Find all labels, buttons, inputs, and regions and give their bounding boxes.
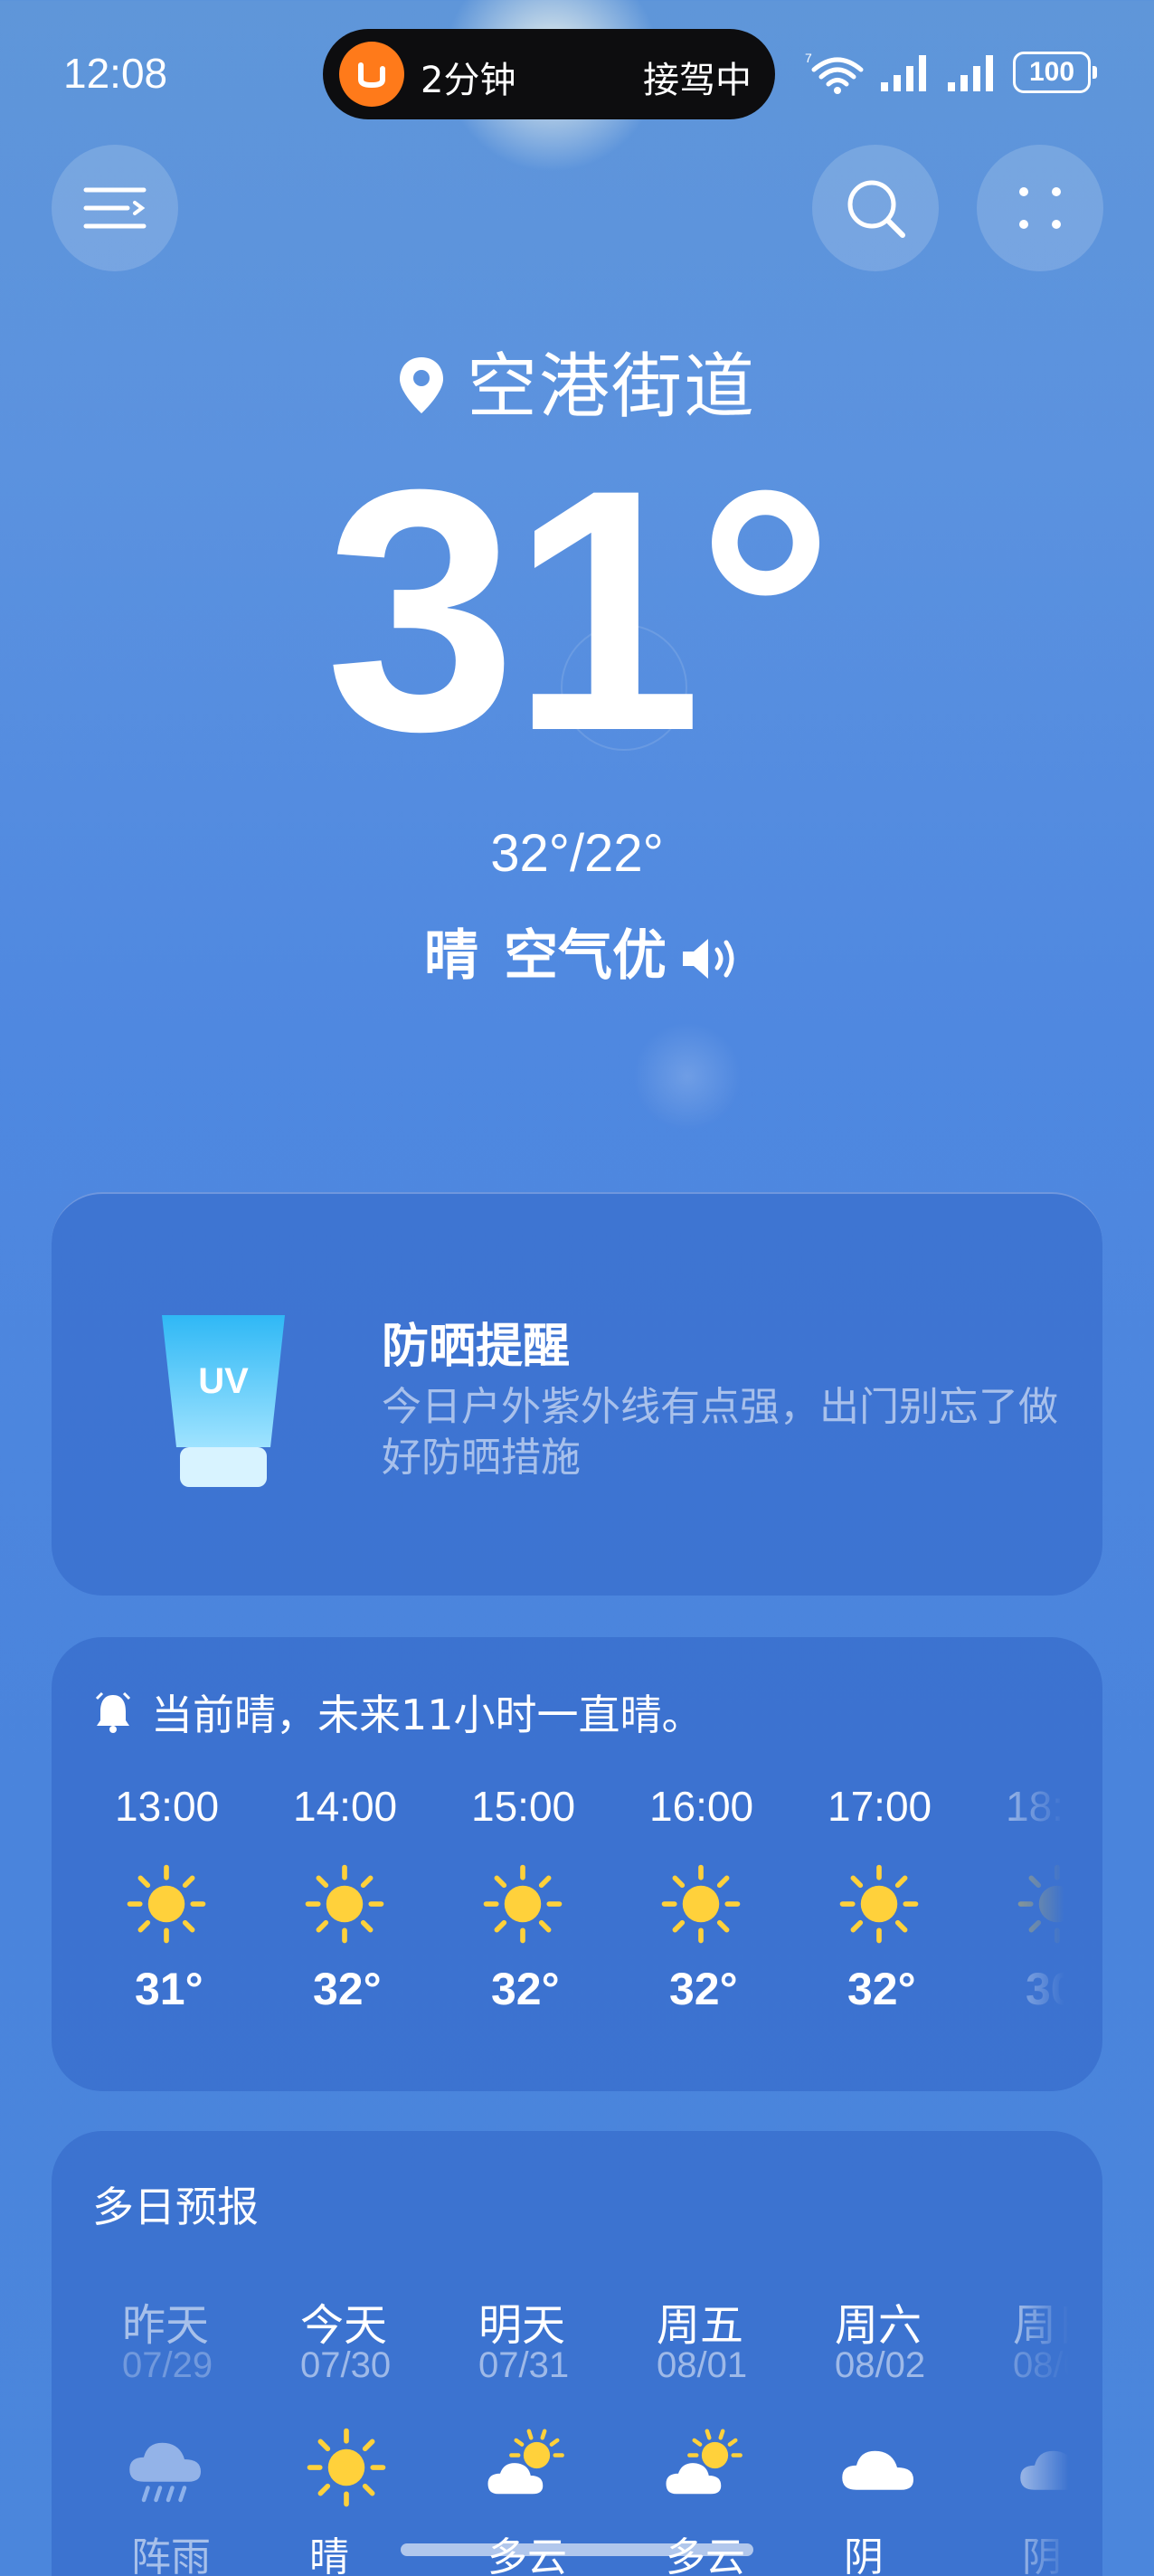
uv-card-text: 今日户外紫外线有点强，出门别忘了做好防晒措施 [382,1384,1058,1481]
hourly-time: 16:00 [649,1783,754,1830]
cloud-icon [835,2418,1013,2517]
partly-cloudy-icon [478,2418,657,2517]
sun-icon [300,2418,478,2517]
island-status: 接驾中 [643,60,752,101]
hourly-time: 17:00 [828,1783,932,1830]
hourly-item[interactable]: 15:00 32° [471,1782,649,2015]
home-indicator[interactable] [401,2543,753,2556]
hourly-item[interactable]: 14:00 32° [293,1782,471,2015]
hourly-item[interactable]: 17:00 32° [828,1782,1006,2015]
daily-item[interactable]: 今天 07/30 晴 [300,2289,478,2576]
sun-icon [649,1845,828,1963]
day-name: 明天 [478,2300,566,2351]
partly-cloudy-icon [657,2418,835,2517]
sun-icon [1006,1845,1064,1963]
location-title[interactable]: 空港街道 [0,330,1154,432]
daily-item[interactable]: 明天07/31多云 [478,2289,657,2576]
daily-forecast-card[interactable]: 多日预报 昨天07/29 阵雨 今天07/30晴明天07/31多云周五08/01多云… [52,2131,1102,2576]
daily-list[interactable]: 昨天07/29阵雨今天07/30晴明天07/31多云周五08/01多云周六08/… [52,2289,1069,2576]
status-time: 12:08 [63,50,168,97]
hourly-temp: 32° [491,1964,560,2014]
dynamic-island[interactable]: 2分钟 接驾中 [323,29,775,119]
sun-icon [115,1845,293,1963]
day-date: 08/02 [835,2345,926,2385]
daily-forecast-title: 多日预报 [92,2183,259,2231]
day-date: 08/01 [657,2345,748,2385]
hourly-summary: 当前晴，未来11小时一直晴。 [95,1682,704,1742]
hourly-time: 15:00 [471,1783,576,1830]
sun-icon [293,1845,471,1963]
day-date: 07/31 [478,2345,570,2385]
sun-icon [828,1845,1006,1963]
search-button[interactable] [812,145,939,271]
rain-icon [122,2418,300,2517]
svg-text:UV: UV [198,1361,249,1401]
daily-item[interactable]: 周日08/03 阴 [1013,2289,1069,2576]
day-date: 08/03 [1013,2345,1069,2385]
day-name: 周日 [1013,2300,1069,2351]
ride-app-icon [339,42,404,107]
day-name: 周六 [835,2300,922,2351]
day-condition: 阵雨 [131,2534,211,2576]
hourly-temp: 32° [669,1964,738,2014]
hourly-time: 14:00 [293,1783,398,1830]
daily-item[interactable]: 周五08/01多云 [657,2289,835,2576]
signal-icon [881,55,926,91]
bell-icon [95,1691,131,1733]
menu-icon [83,187,147,229]
hourly-temp: 32° [313,1964,382,2014]
daily-item[interactable]: 周六 08/02 阴 [835,2289,1013,2576]
current-temperature: 31° [325,418,835,802]
more-button[interactable] [977,145,1103,271]
hourly-temp: 30° [1026,1964,1064,2014]
island-eta: 2分钟 [421,60,516,101]
hourly-time: 18:00 [1006,1783,1064,1830]
hourly-forecast-card[interactable]: 当前晴，未来11小时一直晴。 13:00 31° 14:00 32° 15:00 32° 1… [52,1637,1102,2091]
sunscreen-icon: UV [160,1312,287,1496]
cloud-icon [1013,2418,1069,2517]
weather-condition: 晴 [424,924,478,988]
battery-indicator: 100 [1013,52,1097,93]
sunscreen-reminder-card[interactable]: UV 防晒提醒 今日户外紫外线有点强，出门别忘了做好防晒措施 [52,1192,1102,1596]
location-name: 空港街道 [466,346,756,428]
sun-icon [471,1845,649,1963]
hourly-item[interactable]: 13:00 31° [115,1782,293,2015]
menu-button[interactable] [52,145,178,271]
condition-row: 晴空气优 [0,912,1154,990]
high-low-temperature: 32°/22° [490,824,664,883]
hourly-temp: 31° [135,1964,203,2014]
grid-dots-icon [1019,187,1061,229]
hourly-list[interactable]: 13:00 31° 14:00 32° 15:00 32° 16:00 32° 17:00 32°… [52,1782,1064,2015]
air-quality[interactable]: 空气优 [504,924,667,988]
hourly-temp: 32° [847,1964,916,2014]
day-name: 周五 [657,2300,744,2351]
hourly-item[interactable]: 18:00 30° [1006,1782,1064,2015]
lens-flare [633,1022,742,1131]
wifi-icon: 7 [805,51,864,94]
svg-text:7: 7 [805,51,812,65]
daily-item[interactable]: 昨天 07/29 阵雨 [122,2289,300,2576]
hourly-summary-text: 当前晴，未来11小时一直晴。 [151,1690,704,1739]
hourly-time: 13:00 [115,1783,220,1830]
day-condition: 阴 [1022,2534,1062,2576]
uv-card-title: 防晒提醒 [382,1320,571,1374]
hourly-item[interactable]: 16:00 32° [649,1782,828,2015]
day-date: 07/30 [300,2345,392,2385]
status-icons: 7 100 [805,45,1097,99]
day-date: 07/29 [122,2345,213,2385]
speaker-icon[interactable] [679,933,743,984]
signal-icon-2 [948,55,993,91]
status-bar: 12:08 2分钟 接驾中 7 100 [0,0,1154,145]
day-name: 今天 [300,2300,388,2351]
day-name: 昨天 [122,2300,210,2351]
search-icon [847,180,905,238]
day-condition: 阴 [844,2534,884,2576]
